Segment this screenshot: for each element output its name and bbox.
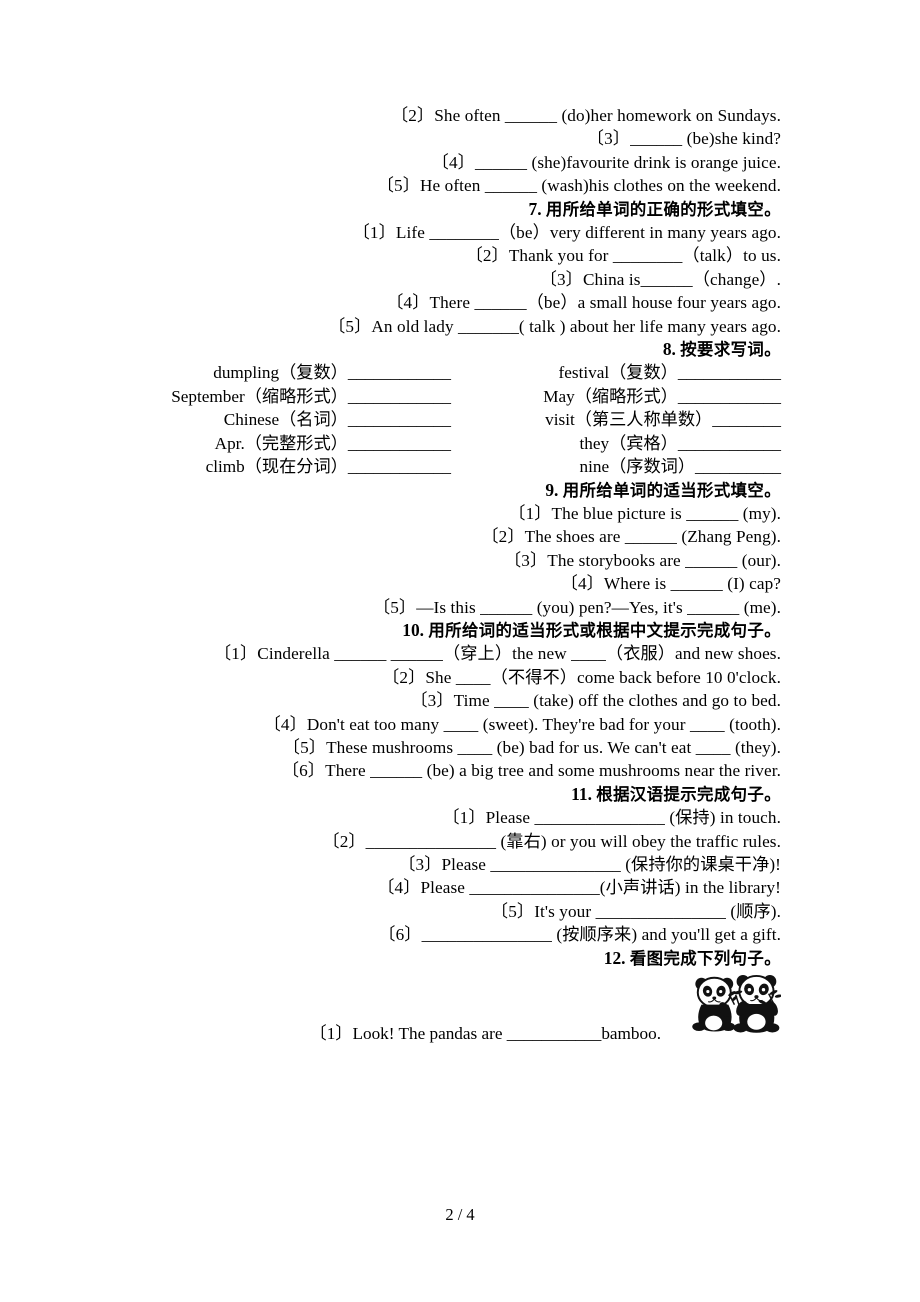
word-form-cell: Apr.（完整形式）____________ <box>214 433 451 453</box>
exercise-item: 〔4〕Where is ______ (I) cap? <box>560 574 781 594</box>
exercise-item: 〔2〕Thank you for ________（talk）to us. <box>465 246 781 266</box>
exercise-item: 〔1〕Please _______________ (保持) in touch. <box>442 808 781 828</box>
table-row: September（缩略形式）____________ May（缩略形式）___… <box>130 385 781 408</box>
exercise-item: 〔2〕She often ______ (do)her homework on … <box>390 106 781 125</box>
picture-exercise-row: 〔1〕Look! The pandas are ___________bambo… <box>130 970 781 1066</box>
exercise-item: 〔1〕Look! The pandas are ___________bambo… <box>309 1024 661 1044</box>
section-number: 12. <box>603 947 626 968</box>
section-title: 用所给词的适当形式或根据中文提示完成句子。 <box>428 620 781 640</box>
page-number: 2 / 4 <box>445 1205 475 1224</box>
exercise-item: 〔3〕Please _______________ (保持你的课桌干净)! <box>398 855 781 874</box>
table-row: Apr.（完整形式）____________ they（宾格）_________… <box>130 432 781 455</box>
section-title: 按要求写词。 <box>680 340 781 360</box>
word-form-cell: festival（复数）____________ <box>558 363 781 383</box>
section-title: 看图完成下列句子。 <box>629 948 781 968</box>
worksheet-page: 〔2〕She often ______ (do)her homework on … <box>0 0 920 1302</box>
exercise-item: 〔4〕Don't eat too many ____ (sweet). They… <box>263 714 781 734</box>
exercise-item: 〔5〕He often ______ (wash)his clothes on … <box>376 176 781 196</box>
exercise-item: 〔5〕An old lady _______( talk ) about her… <box>328 316 781 336</box>
exercise-item: 〔4〕Please _______________(小声讲话) in the l… <box>377 878 781 898</box>
table-row: Chinese（名词）____________ visit（第三人称单数）___… <box>130 408 781 431</box>
section-title: 用所给单词的正确的形式填空。 <box>545 199 781 219</box>
section-heading-12: 12. 看图完成下列句子。 <box>130 947 781 970</box>
word-form-cell: climb（现在分词）____________ <box>205 457 451 477</box>
exercise-item: 〔3〕Time ____ (take) off the clothes and … <box>410 691 781 711</box>
exercise-item: 〔1〕The blue picture is ______ (my). <box>508 503 781 523</box>
section-heading-8: 8. 按要求写词。 <box>130 338 781 361</box>
table-row: climb（现在分词）____________ nine（序数词）_______… <box>130 455 781 478</box>
exercise-item: 〔5〕It's your _______________ (顺序). <box>490 901 781 921</box>
section-number: 10. <box>402 619 425 640</box>
word-form-cell: Chinese（名词）____________ <box>223 410 451 430</box>
exercise-item: 〔3〕The storybooks are ______ (our). <box>503 550 781 570</box>
worksheet-content: 〔2〕She often ______ (do)her homework on … <box>130 104 781 1066</box>
section-number: 9. <box>545 479 559 500</box>
section-number: 8. <box>662 339 676 360</box>
exercise-item: 〔6〕There ______ (be) a big tree and some… <box>281 761 781 781</box>
section-heading-9: 9. 用所给单词的适当形式填空。 <box>130 479 781 502</box>
word-form-cell: nine（序数词）__________ <box>579 457 781 477</box>
exercise-item: 〔5〕—Is this ______ (you) pen?—Yes, it's … <box>372 597 781 617</box>
word-form-cell: September（缩略形式）____________ <box>171 386 451 406</box>
exercise-item: 〔1〕Life ________（be）very different in ma… <box>352 223 781 243</box>
word-form-cell: May（缩略形式）____________ <box>543 386 781 406</box>
section-title: 根据汉语提示完成句子。 <box>596 784 781 804</box>
exercise-item: 〔4〕______ (she)favourite drink is orange… <box>431 152 781 172</box>
word-form-table: dumpling（复数）____________ festival（复数）___… <box>130 361 781 478</box>
exercise-item: 〔6〕_______________ (按顺序来) and you'll get… <box>378 925 781 945</box>
table-row: dumpling（复数）____________ festival（复数）___… <box>130 361 781 384</box>
exercise-item: 〔5〕These mushrooms ____ (be) bad for us.… <box>282 737 781 757</box>
exercise-item: 〔2〕She ____（不得不）come back before 10 0'cl… <box>382 667 781 687</box>
word-form-cell: dumpling（复数）____________ <box>213 363 451 383</box>
section-heading-11: 11. 根据汉语提示完成句子。 <box>130 783 781 806</box>
exercise-item: 〔3〕China is______（change）. <box>539 269 781 289</box>
section-number: 7. <box>528 198 542 219</box>
exercise-item: 〔2〕_______________ (靠右) or you will obey… <box>322 831 781 851</box>
exercise-item: 〔1〕Cinderella ______ ______（穿上）the new _… <box>213 644 781 664</box>
exercise-item: 〔4〕There ______（be）a small house four ye… <box>386 293 781 313</box>
exercise-item: 〔3〕______ (be)she kind? <box>586 129 781 149</box>
word-form-cell: visit（第三人称单数）________ <box>545 410 781 430</box>
exercise-item: 〔2〕The shoes are ______ (Zhang Peng). <box>481 527 781 547</box>
word-form-cell: they（宾格）____________ <box>579 433 781 453</box>
section-heading-10: 10. 用所给词的适当形式或根据中文提示完成句子。 <box>130 619 781 642</box>
section-number: 11. <box>571 783 592 804</box>
section-heading-7: 7. 用所给单词的正确的形式填空。 <box>130 198 781 221</box>
section-title: 用所给单词的适当形式填空。 <box>562 480 781 500</box>
